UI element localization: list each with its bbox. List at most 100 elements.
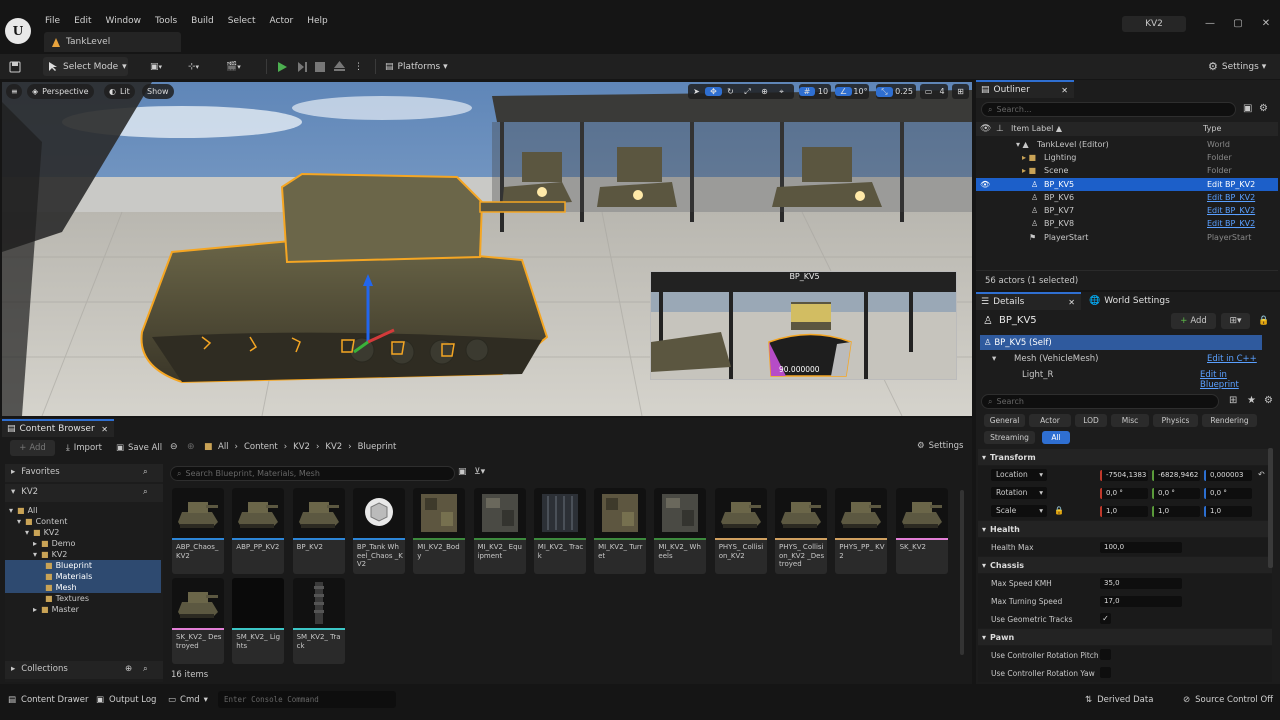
search-icon[interactable]: ⌕ <box>143 487 148 497</box>
outliner-row-type[interactable]: Edit BP_KV2 <box>1207 219 1255 228</box>
folder-tree-item[interactable]: ■ Textures <box>5 593 161 604</box>
forward-icon[interactable]: ⊕ <box>187 442 195 452</box>
rotation-y[interactable]: 0,0 ° <box>1152 488 1200 499</box>
component-row[interactable]: ▾ Mesh (VehicleMesh) Edit in C++ <box>980 352 1262 366</box>
health-section[interactable]: ▾ Health <box>978 521 1272 537</box>
outliner-row[interactable]: ♙ BP_KV7 Edit BP_KV2 <box>976 204 1278 217</box>
save-icon[interactable] <box>9 57 25 76</box>
outliner-row-selected[interactable]: 👁 ♙ BP_KV5 Edit BP_KV2 <box>976 178 1278 191</box>
back-icon[interactable]: ⊖ <box>170 442 178 452</box>
edit-cpp-link[interactable]: Edit in C++ <box>1207 354 1257 364</box>
search-icon[interactable]: ⌕ <box>143 664 148 674</box>
outliner-row[interactable]: ▸ ■ Lighting Folder <box>976 151 1278 164</box>
rotation-snap[interactable]: ∠ 10° <box>835 84 869 99</box>
cmd-dropdown[interactable]: ▭ Cmd ▾ <box>168 691 208 708</box>
cb-settings-button[interactable]: ⚙ Settings <box>917 441 964 451</box>
asset-tile[interactable]: PHYS_ Collision_KV2 <box>714 488 767 574</box>
outliner-row[interactable]: ▾ ▲ TankLevel (Editor) World <box>976 138 1278 151</box>
location-dropdown[interactable]: Location ▾ <box>991 469 1047 481</box>
breadcrumb-item[interactable]: KV2 <box>293 442 310 452</box>
rotate-tool-icon[interactable]: ↻ <box>722 87 739 96</box>
blueprint-icon[interactable]: ⊹ ▾ <box>188 57 214 76</box>
scale-tool-icon[interactable]: ⤢ <box>739 87 756 97</box>
favorites-header[interactable]: ▸ Favorites ⌕ <box>5 464 163 482</box>
show-button[interactable]: Show <box>142 84 174 99</box>
save-all-button[interactable]: ▣ Save All <box>116 440 162 456</box>
scale-z[interactable]: 1,0 <box>1204 506 1252 517</box>
gear-icon[interactable]: ⚙ <box>1259 103 1268 114</box>
gear-icon[interactable]: ⚙ <box>1264 395 1273 406</box>
outliner-row-type[interactable]: Edit BP_KV2 <box>1207 193 1255 202</box>
asset-tile[interactable]: MI_KV2_Body <box>413 488 466 574</box>
asset-tile[interactable]: PHYS_ Collision_KV2 _Destroyed <box>775 488 827 574</box>
advance-frame-icon[interactable] <box>296 57 312 76</box>
rotation-pitch-checkbox[interactable] <box>1100 649 1111 660</box>
category-physics[interactable]: Physics <box>1153 414 1198 427</box>
asset-tile[interactable]: BP_Tank Wheel_Chaos _KV2 <box>352 488 405 574</box>
unreal-logo-icon[interactable]: U <box>5 18 31 44</box>
geometric-tracks-checkbox[interactable]: ✓ <box>1100 613 1111 624</box>
console-input[interactable]: Enter Console Command <box>218 691 396 708</box>
menu-tools[interactable]: Tools <box>148 14 184 28</box>
category-streaming[interactable]: Streaming <box>984 431 1035 444</box>
cinematics-icon[interactable]: 🎬 ▾ <box>226 57 252 76</box>
breadcrumb-item[interactable]: Content <box>244 442 278 452</box>
folder-tree-item-selected[interactable]: ■ Blueprint <box>5 560 161 571</box>
asset-tile[interactable]: SK_KV2_ Destroyed <box>172 578 224 664</box>
col-type[interactable]: Type <box>1203 124 1221 133</box>
menu-help[interactable]: Help <box>300 14 335 28</box>
maximize-button[interactable]: ▢ <box>1231 17 1245 31</box>
kv2-root-header[interactable]: ▾ KV2 ⌕ <box>5 484 163 502</box>
category-actor[interactable]: Actor <box>1029 414 1071 427</box>
menu-build[interactable]: Build <box>184 14 221 28</box>
folder-tree-item-selected[interactable]: ■ Mesh <box>5 582 161 593</box>
platforms-dropdown[interactable]: ▤ Platforms ▾ <box>385 57 455 76</box>
play-icon[interactable] <box>276 57 292 76</box>
edit-blueprint-link[interactable]: Edit in Blueprint <box>1200 370 1262 390</box>
location-x[interactable]: -7504,1383 <box>1100 470 1148 481</box>
level-viewport[interactable]: ≡ ◈ Perspective ◐ Lit Show ➤ ✥ ↻ ⤢ ⊕ ⌖ #… <box>2 82 972 416</box>
content-browser-tab[interactable]: ▤ Content Browser ✕ <box>2 419 114 437</box>
location-y[interactable]: -6828,9462 <box>1152 470 1200 481</box>
folder-tree-item[interactable]: ▸ ■ Master <box>5 604 161 615</box>
blueprint-options-icon[interactable]: ⊞▾ <box>1221 313 1250 329</box>
asset-tile[interactable]: MI_KV2_ Equipment <box>473 488 526 574</box>
folder-tree-item[interactable]: ▾ ■ Content <box>5 516 161 527</box>
lock-icon[interactable]: 🔒 <box>1258 316 1269 326</box>
asset-tile[interactable]: MI_KV2_ Wheels <box>654 488 707 574</box>
menu-file[interactable]: File <box>38 14 67 28</box>
import-button[interactable]: ⤓ Import <box>66 440 102 456</box>
details-tab[interactable]: ☰ Details ✕ <box>976 292 1081 310</box>
eject-icon[interactable] <box>334 57 350 76</box>
breadcrumb-item[interactable]: KV2 <box>325 442 342 452</box>
translate-tool-icon[interactable]: ✥ <box>705 87 722 96</box>
chassis-section[interactable]: ▾ Chassis <box>978 557 1272 573</box>
level-tab[interactable]: TankLevel <box>44 32 181 52</box>
filter-icon[interactable]: ⊻▾ <box>474 467 485 477</box>
asset-search[interactable]: ⌕ Search Blueprint, Materials, Mesh <box>170 466 455 481</box>
col-item-label[interactable]: Item Label ▲ <box>1011 124 1062 133</box>
play-options-icon[interactable]: ⋮ <box>354 57 364 76</box>
outliner-row[interactable]: ⚑ PlayerStart PlayerStart <box>976 231 1278 244</box>
details-search[interactable]: ⌕ Search <box>981 394 1219 409</box>
eye-icon[interactable]: 👁 <box>980 180 990 189</box>
derived-data-button[interactable]: ⇅ Derived Data <box>1085 691 1153 708</box>
asset-tile[interactable]: SM_KV2_ Lights <box>232 578 285 664</box>
folder-tree-item[interactable]: ▾ ■ KV2 <box>5 549 161 560</box>
category-all[interactable]: All <box>1042 431 1070 444</box>
table-view-icon[interactable]: ⊞ <box>1229 395 1237 406</box>
asset-tile[interactable]: SK_KV2 <box>895 488 948 574</box>
close-tab-icon[interactable]: ✕ <box>1068 298 1075 307</box>
max-speed-input[interactable]: 35,0 <box>1100 578 1182 589</box>
breadcrumb-item[interactable]: All <box>218 442 229 452</box>
grid-snap[interactable]: # 10 <box>799 84 831 99</box>
search-icon[interactable]: ⌕ <box>143 467 148 477</box>
breadcrumb-item[interactable]: Blueprint <box>358 442 397 452</box>
scale-snap[interactable]: ⤡ 0.25 <box>876 84 916 99</box>
asset-scrollbar[interactable] <box>960 490 964 655</box>
collections-header[interactable]: ▸ Collections ⊕ ⌕ <box>5 661 163 679</box>
hamburger-menu-icon[interactable]: ≡ <box>6 84 22 99</box>
health-max-input[interactable]: 100,0 <box>1100 542 1182 553</box>
scale-y[interactable]: 1,0 <box>1152 506 1200 517</box>
pawn-section[interactable]: ▾ Pawn <box>978 629 1272 645</box>
